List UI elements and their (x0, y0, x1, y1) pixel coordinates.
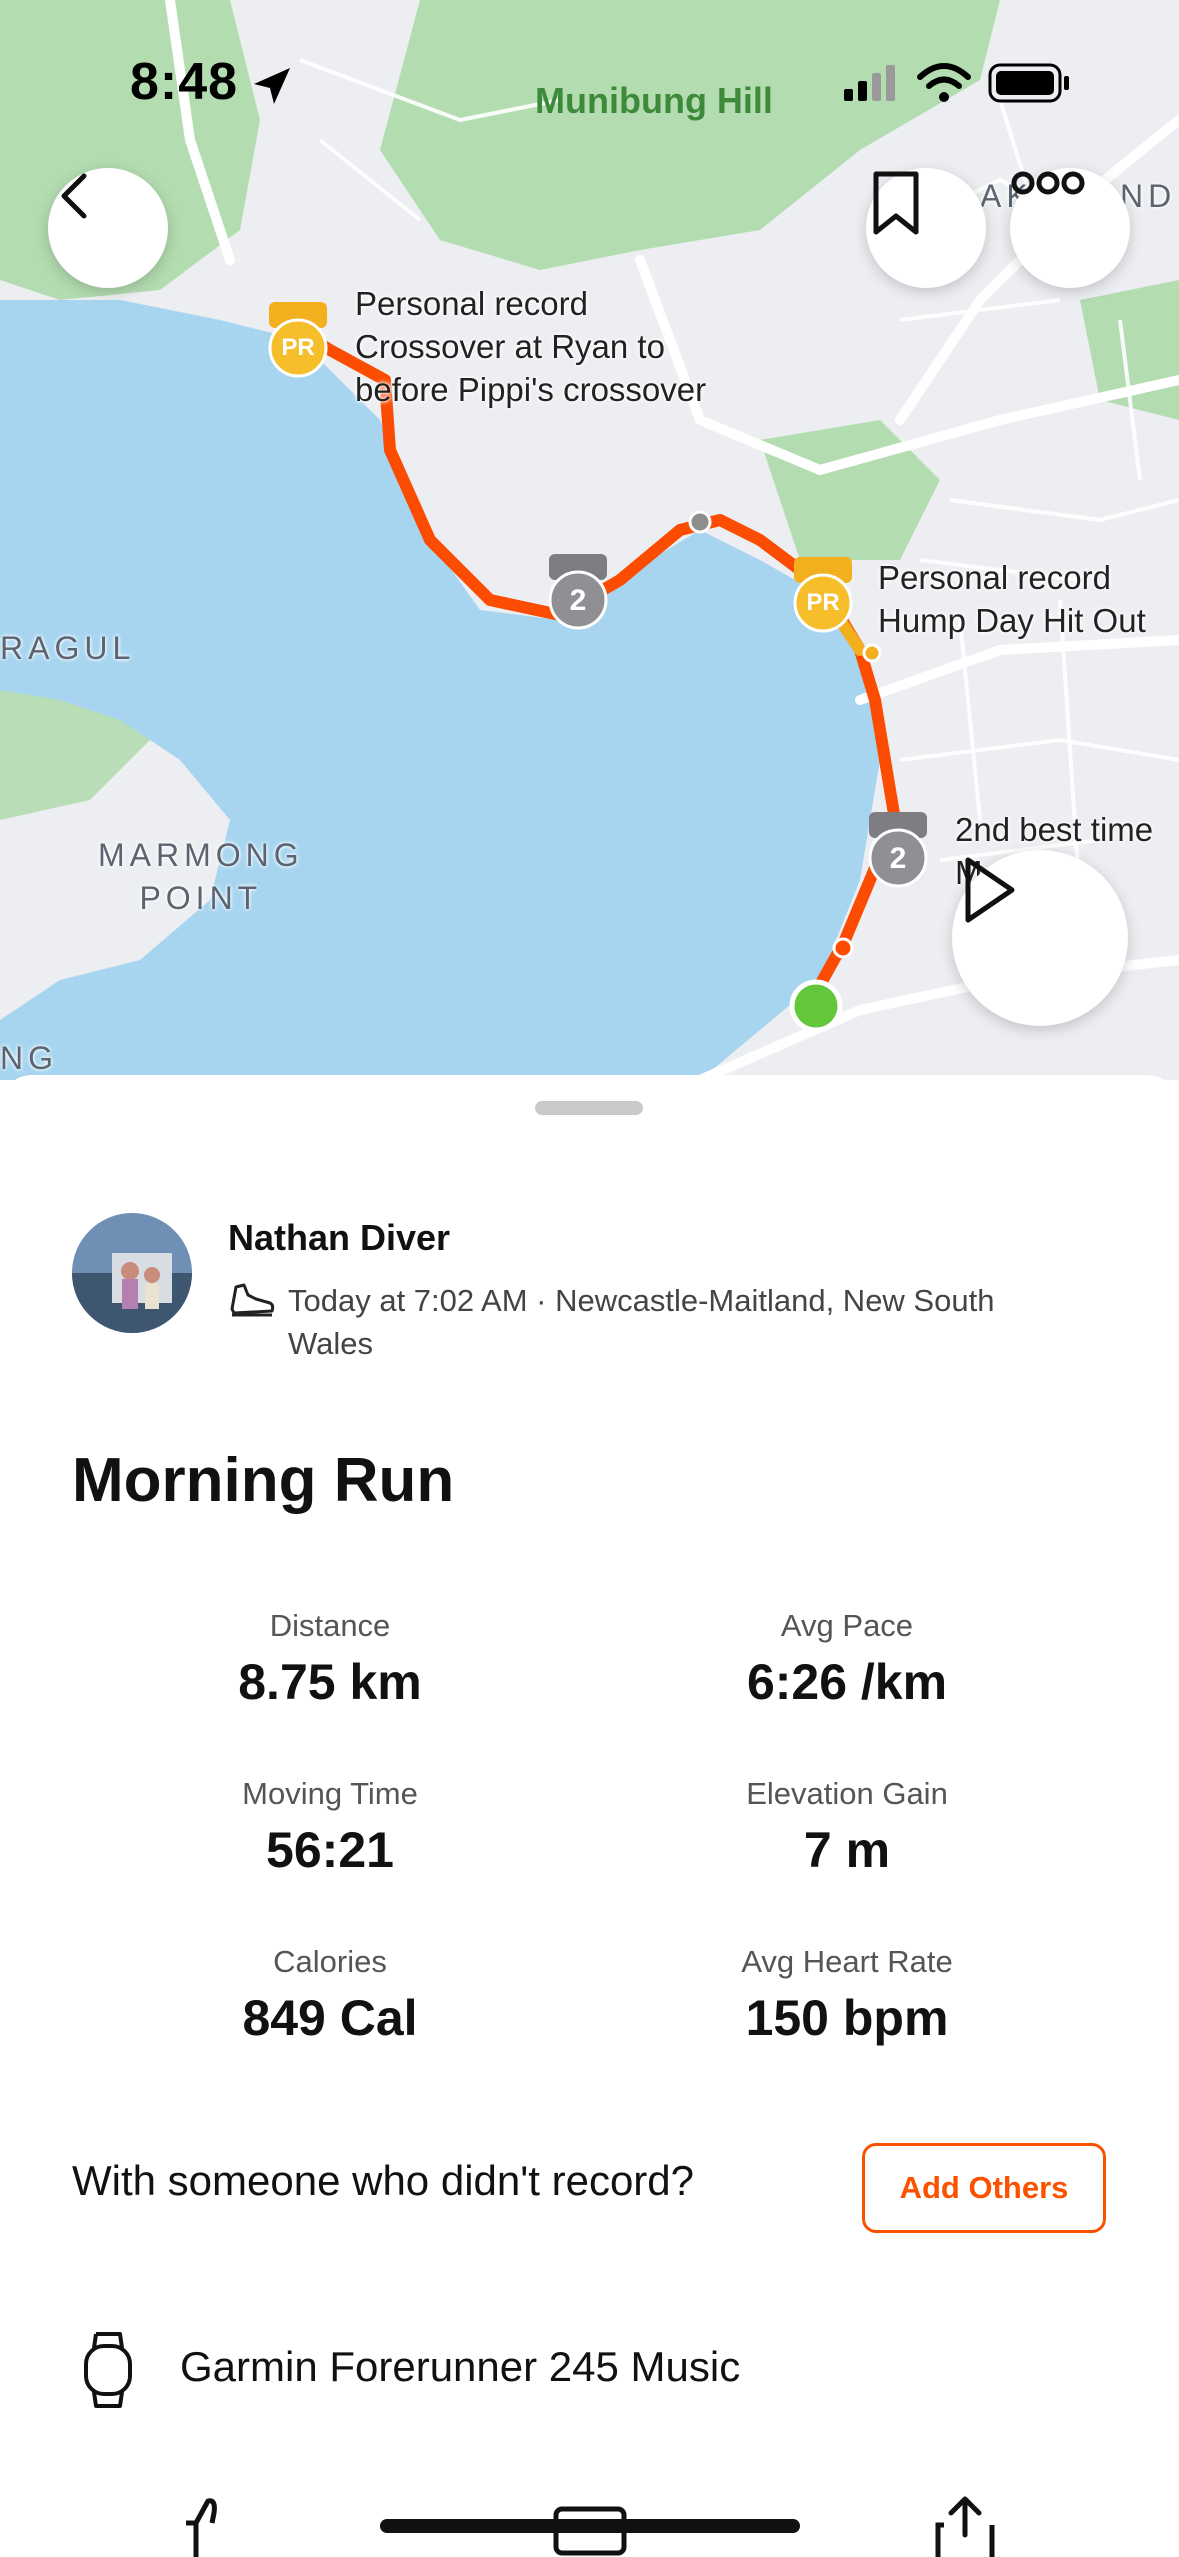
flyover-play-button[interactable] (952, 850, 1128, 1026)
rank-badge-text: 2 (569, 584, 587, 617)
rank-badge-text: 2 (889, 842, 907, 875)
bookmark-button[interactable] (866, 168, 986, 288)
device-name: Garmin Forerunner 245 Music (180, 2343, 741, 2390)
shoe-icon (230, 1283, 275, 1317)
stat-distance: Distance 8.75 km (120, 1605, 540, 1711)
stat-value: 56:21 (266, 1822, 394, 1878)
stat-label: Distance (269, 1608, 391, 1643)
play-icon (965, 857, 1015, 923)
wifi-icon (917, 63, 971, 102)
more-button[interactable] (1010, 168, 1130, 288)
activity-meta: Today at 7:02 AM · Newcastle-Maitland, N… (288, 1283, 995, 1361)
back-button[interactable] (48, 168, 168, 288)
thumbs-up-icon[interactable] (178, 2495, 248, 2557)
pr-label-hump-day: Personal record Hump Day Hit Out (878, 559, 1146, 639)
stat-calories: Calories 849 Cal (120, 1941, 540, 2047)
stat-value: 6:26 /km (746, 1654, 948, 1710)
add-others-prompt: With someone who didn't record? (72, 2157, 695, 2204)
activity-sheet: Nathan Diver Today at 7:02 AM · Newcastl… (0, 1075, 1179, 2557)
pr-badge-text: PR (806, 589, 840, 616)
chevron-left-icon (61, 173, 87, 219)
map-place-title: Munibung Hill (535, 80, 773, 121)
place-label-ragul: RAGUL (0, 630, 136, 666)
stat-value: 849 Cal (242, 1990, 418, 2046)
location-arrow-icon (254, 68, 290, 104)
add-others-button[interactable]: Add Others (862, 2143, 1106, 2233)
place-label-ng: NG (0, 1040, 58, 1076)
stat-moving-time: Moving Time 56:21 (120, 1773, 540, 1879)
stat-label: Calories (273, 1944, 387, 1979)
stat-avg-pace: Avg Pace 6:26 /km (637, 1605, 1057, 1711)
stat-value: 8.75 km (238, 1654, 422, 1710)
more-icon (1011, 171, 1085, 195)
cellular-signal-icon (844, 65, 895, 101)
pr-badge[interactable]: PR (265, 300, 331, 380)
route-map[interactable]: PR PR 2 2 Personal record Crossover at R… (0, 0, 1179, 1080)
bookmark-icon (873, 171, 919, 235)
pr-label-crossover: Personal record Crossover at Ryan to bef… (355, 285, 707, 408)
status-icons (840, 55, 1140, 115)
status-bar: 8:48 Munibung Hill (0, 0, 1179, 170)
home-indicator[interactable] (380, 2519, 800, 2533)
avatar-photo (72, 1213, 192, 1333)
place-label-marmong: MARMONG POINT (98, 837, 304, 916)
clock: 8:48 (130, 53, 239, 111)
sheet-grabber[interactable] (535, 1101, 643, 1115)
pr-badge[interactable]: PR (790, 555, 856, 635)
battery-icon (988, 63, 1069, 103)
stat-label: Elevation Gain (746, 1776, 948, 1811)
stat-value: 7 m (803, 1822, 891, 1878)
stat-label: Avg Heart Rate (741, 1944, 953, 1979)
stat-label: Avg Pace (780, 1608, 914, 1643)
activity-title: Morning Run (72, 1446, 455, 1515)
place-label-nd: ND (1120, 178, 1177, 214)
rank-badge[interactable]: 2 (865, 810, 931, 890)
share-icon[interactable] (934, 2495, 996, 2557)
watch-icon (84, 2332, 132, 2408)
stat-elevation-gain: Elevation Gain 7 m (637, 1773, 1057, 1879)
avatar[interactable] (72, 1213, 192, 1333)
stat-value: 150 bpm (745, 1990, 949, 2046)
pr-badge-text: PR (281, 334, 315, 361)
athlete-name[interactable]: Nathan Diver (228, 1217, 450, 1259)
stat-label: Moving Time (242, 1776, 418, 1811)
stat-avg-heart-rate: Avg Heart Rate 150 bpm (637, 1941, 1057, 2047)
rank-badge[interactable]: 2 (545, 552, 611, 632)
